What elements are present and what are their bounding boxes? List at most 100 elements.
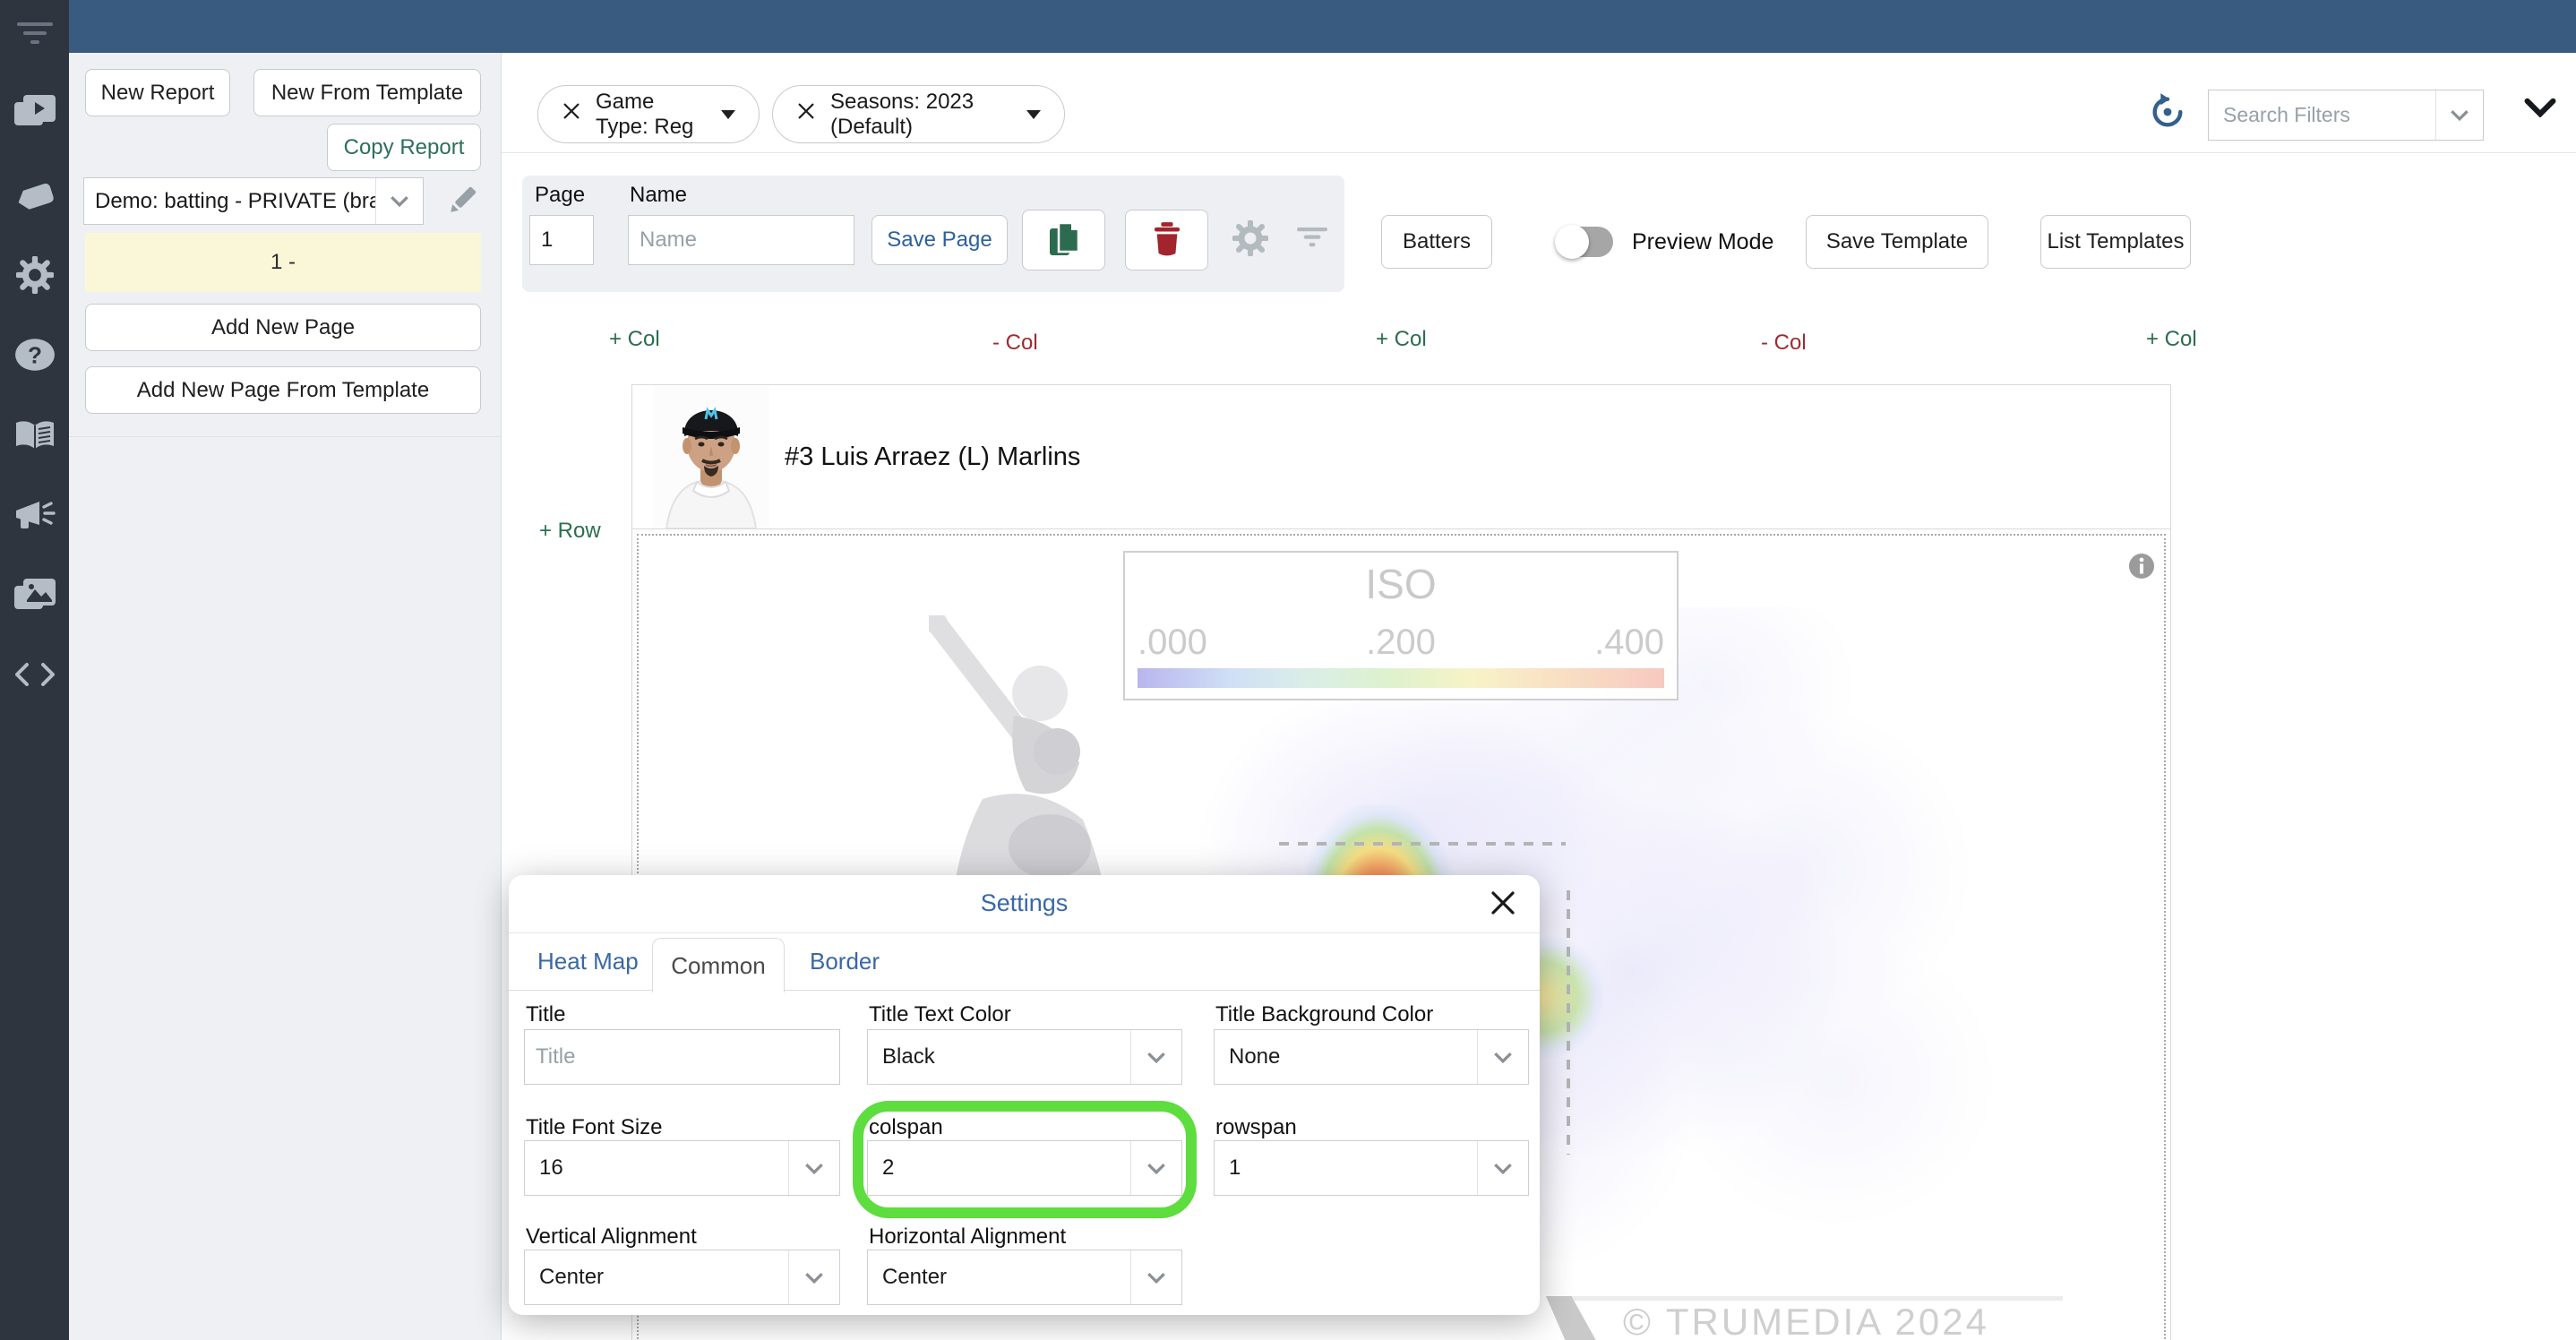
preview-mode-label: Preview Mode (1632, 229, 1774, 254)
legend-gradient-bar (1138, 668, 1664, 688)
dropdown-triangle-icon[interactable] (1026, 109, 1041, 119)
add-new-page-from-template-button[interactable]: Add New Page From Template (85, 366, 481, 414)
page-number-input[interactable] (529, 215, 594, 265)
vertical-alignment-value: Center (539, 1265, 605, 1289)
chevron-down-icon[interactable] (375, 178, 423, 224)
rowspan-select[interactable]: 1 (1214, 1140, 1529, 1196)
title-font-size-select[interactable]: 16 (524, 1140, 840, 1196)
player-header-cell[interactable]: #3 Luis Arraez (L) Marlins (632, 385, 2170, 529)
nav-sidebar: ? (0, 0, 69, 1340)
title-background-color-select[interactable]: None (1214, 1029, 1529, 1085)
trash-icon (1153, 221, 1181, 259)
remove-filter-icon[interactable] (562, 101, 581, 127)
rowspan-value: 1 (1229, 1155, 1241, 1180)
title-font-size-label: Title Font Size (526, 1115, 663, 1139)
chevron-down-icon (1130, 1250, 1181, 1304)
horizontal-alignment-select[interactable]: Center (867, 1250, 1182, 1305)
chevron-down-icon (788, 1141, 839, 1195)
horizontal-alignment-value: Center (882, 1265, 948, 1289)
gallery-icon[interactable] (0, 579, 69, 614)
title-text-color-label: Title Text Color (869, 1002, 1011, 1026)
tag-icon[interactable] (0, 176, 69, 214)
report-select[interactable]: Demo: batting - PRIVATE (brad... (83, 177, 424, 225)
batters-button[interactable]: Batters (1381, 215, 1492, 269)
filter-history-icon[interactable] (2148, 92, 2187, 136)
title-text-color-select[interactable]: Black (867, 1029, 1182, 1085)
book-icon[interactable] (0, 419, 69, 451)
tab-border[interactable]: Border (810, 932, 880, 990)
title-background-color-label: Title Background Color (1215, 1002, 1434, 1026)
gear-icon[interactable] (0, 256, 69, 294)
collapse-filters-chevron-icon[interactable] (2524, 98, 2556, 122)
video-library-icon[interactable] (0, 95, 69, 131)
search-filters-box (2208, 90, 2484, 141)
modal-title: Settings (980, 889, 1069, 916)
page-list-item-active[interactable]: 1 - (85, 233, 481, 292)
help-icon[interactable]: ? (0, 338, 69, 372)
filter-pill-label: Seasons: 2023 (Default) (830, 89, 975, 139)
add-new-page-button[interactable]: Add New Page (85, 304, 481, 351)
new-from-template-button[interactable]: New From Template (253, 69, 481, 116)
name-label: Name (630, 183, 688, 207)
vertical-alignment-select[interactable]: Center (524, 1250, 840, 1305)
remove-filter-icon[interactable] (796, 101, 816, 127)
title-input[interactable] (524, 1029, 840, 1085)
toggle-knob (1555, 225, 1589, 259)
colspan-label: colspan (869, 1115, 943, 1139)
remove-col-link-2[interactable]: - Col (1761, 331, 1807, 356)
code-icon[interactable] (0, 663, 69, 686)
edit-report-pencil-icon[interactable] (445, 184, 479, 222)
page-filter-icon[interactable] (1297, 226, 1327, 253)
menu-icon[interactable] (0, 22, 69, 46)
home-plate-band (1546, 1296, 1631, 1340)
dropdown-triangle-icon[interactable] (721, 109, 735, 119)
save-template-button[interactable]: Save Template (1806, 215, 1988, 269)
megaphone-icon[interactable] (0, 500, 69, 532)
page-name-input[interactable] (628, 215, 854, 265)
chevron-down-icon (1130, 1030, 1181, 1084)
page-settings-gear-icon[interactable] (1232, 219, 1269, 261)
copy-report-button[interactable]: Copy Report (327, 124, 481, 171)
info-icon[interactable] (2128, 553, 2155, 584)
add-row-link[interactable]: + Row (539, 519, 601, 544)
colspan-value: 2 (882, 1155, 895, 1180)
colspan-select[interactable]: 2 (867, 1140, 1182, 1196)
remove-col-link-1[interactable]: - Col (992, 331, 1038, 356)
player-name: #3 Luis Arraez (L) Marlins (785, 442, 1081, 471)
chevron-down-icon (1477, 1030, 1528, 1084)
title-text-color-value: Black (882, 1044, 935, 1069)
panel-divider (69, 436, 502, 437)
save-page-button[interactable]: Save Page (872, 215, 1008, 265)
tab-heat-map[interactable]: Heat Map (537, 932, 639, 990)
add-col-link-1[interactable]: + Col (609, 327, 660, 352)
close-icon[interactable] (1490, 889, 1516, 921)
filter-bar-divider (502, 152, 2576, 153)
chevron-down-icon (1130, 1141, 1181, 1195)
tab-common-active[interactable]: Common (652, 938, 785, 992)
horizontal-alignment-label: Horizontal Alignment (869, 1224, 1067, 1249)
preview-mode-toggle[interactable] (1555, 225, 1613, 259)
legend-metric-title: ISO (1365, 561, 1437, 607)
filter-pill-game-type[interactable]: Game Type: Reg (537, 85, 760, 143)
chevron-down-icon[interactable] (2435, 90, 2483, 140)
chevron-down-icon (788, 1250, 839, 1304)
delete-page-button[interactable] (1125, 210, 1208, 271)
filter-pill-label: Game Type: Reg (596, 89, 694, 139)
rowspan-label: rowspan (1215, 1115, 1297, 1139)
svg-text:?: ? (28, 341, 42, 368)
new-report-button[interactable]: New Report (85, 69, 230, 116)
list-templates-button[interactable]: List Templates (2040, 215, 2191, 269)
add-col-link-3[interactable]: + Col (2146, 327, 2197, 352)
copy-icon (1048, 221, 1080, 260)
settings-modal: Settings Heat Map Common Border Title Ti… (509, 875, 1540, 1315)
app-screen: ? New Report New From Template Copy Repo… (0, 0, 2576, 1340)
report-select-value: Demo: batting - PRIVATE (brad... (95, 188, 375, 213)
title-font-size-value: 16 (539, 1155, 563, 1180)
filter-pill-seasons[interactable]: Seasons: 2023 (Default) (772, 85, 1065, 143)
search-filters-input[interactable] (2209, 103, 2435, 127)
duplicate-page-button[interactable] (1022, 210, 1105, 271)
legend-scale-min: .000 (1138, 623, 1207, 662)
page-controls-panel: Page Name Save Page (522, 176, 1344, 292)
legend-scale-max: .400 (1594, 623, 1664, 662)
add-col-link-2[interactable]: + Col (1376, 327, 1427, 352)
